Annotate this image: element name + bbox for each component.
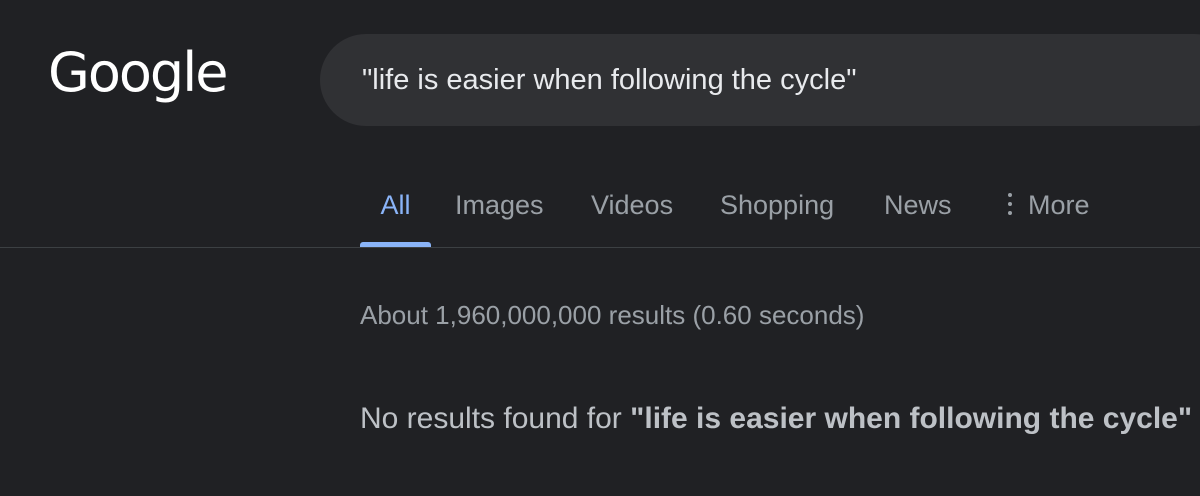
- tab-shopping[interactable]: Shopping: [720, 186, 834, 248]
- tab-news[interactable]: News: [884, 186, 952, 248]
- tabs-divider: [0, 247, 1200, 248]
- search-results-page: Google All Images Videos Shopping News M…: [0, 0, 1200, 496]
- google-logo[interactable]: Google: [48, 46, 228, 100]
- no-results-message: No results found for "life is easier whe…: [360, 402, 1192, 436]
- tab-all-label: All: [380, 190, 411, 220]
- tab-videos-label: Videos: [591, 190, 674, 220]
- no-results-prefix: No results found for: [360, 402, 631, 435]
- tab-all[interactable]: All: [360, 186, 431, 248]
- more-vert-icon: [1008, 192, 1012, 215]
- tab-images-label: Images: [455, 190, 544, 220]
- tab-more-label: More: [1028, 190, 1090, 220]
- tab-more[interactable]: More: [1008, 186, 1090, 248]
- search-input[interactable]: [362, 58, 1182, 102]
- tab-shopping-label: Shopping: [720, 190, 835, 220]
- search-box[interactable]: [320, 34, 1200, 126]
- result-stats: About 1,960,000,000 results (0.60 second…: [360, 300, 865, 330]
- no-results-query: "life is easier when following the cycle…: [630, 402, 1193, 435]
- tab-news-label: News: [884, 190, 952, 220]
- tab-images[interactable]: Images: [455, 186, 544, 248]
- tab-videos[interactable]: Videos: [591, 186, 673, 248]
